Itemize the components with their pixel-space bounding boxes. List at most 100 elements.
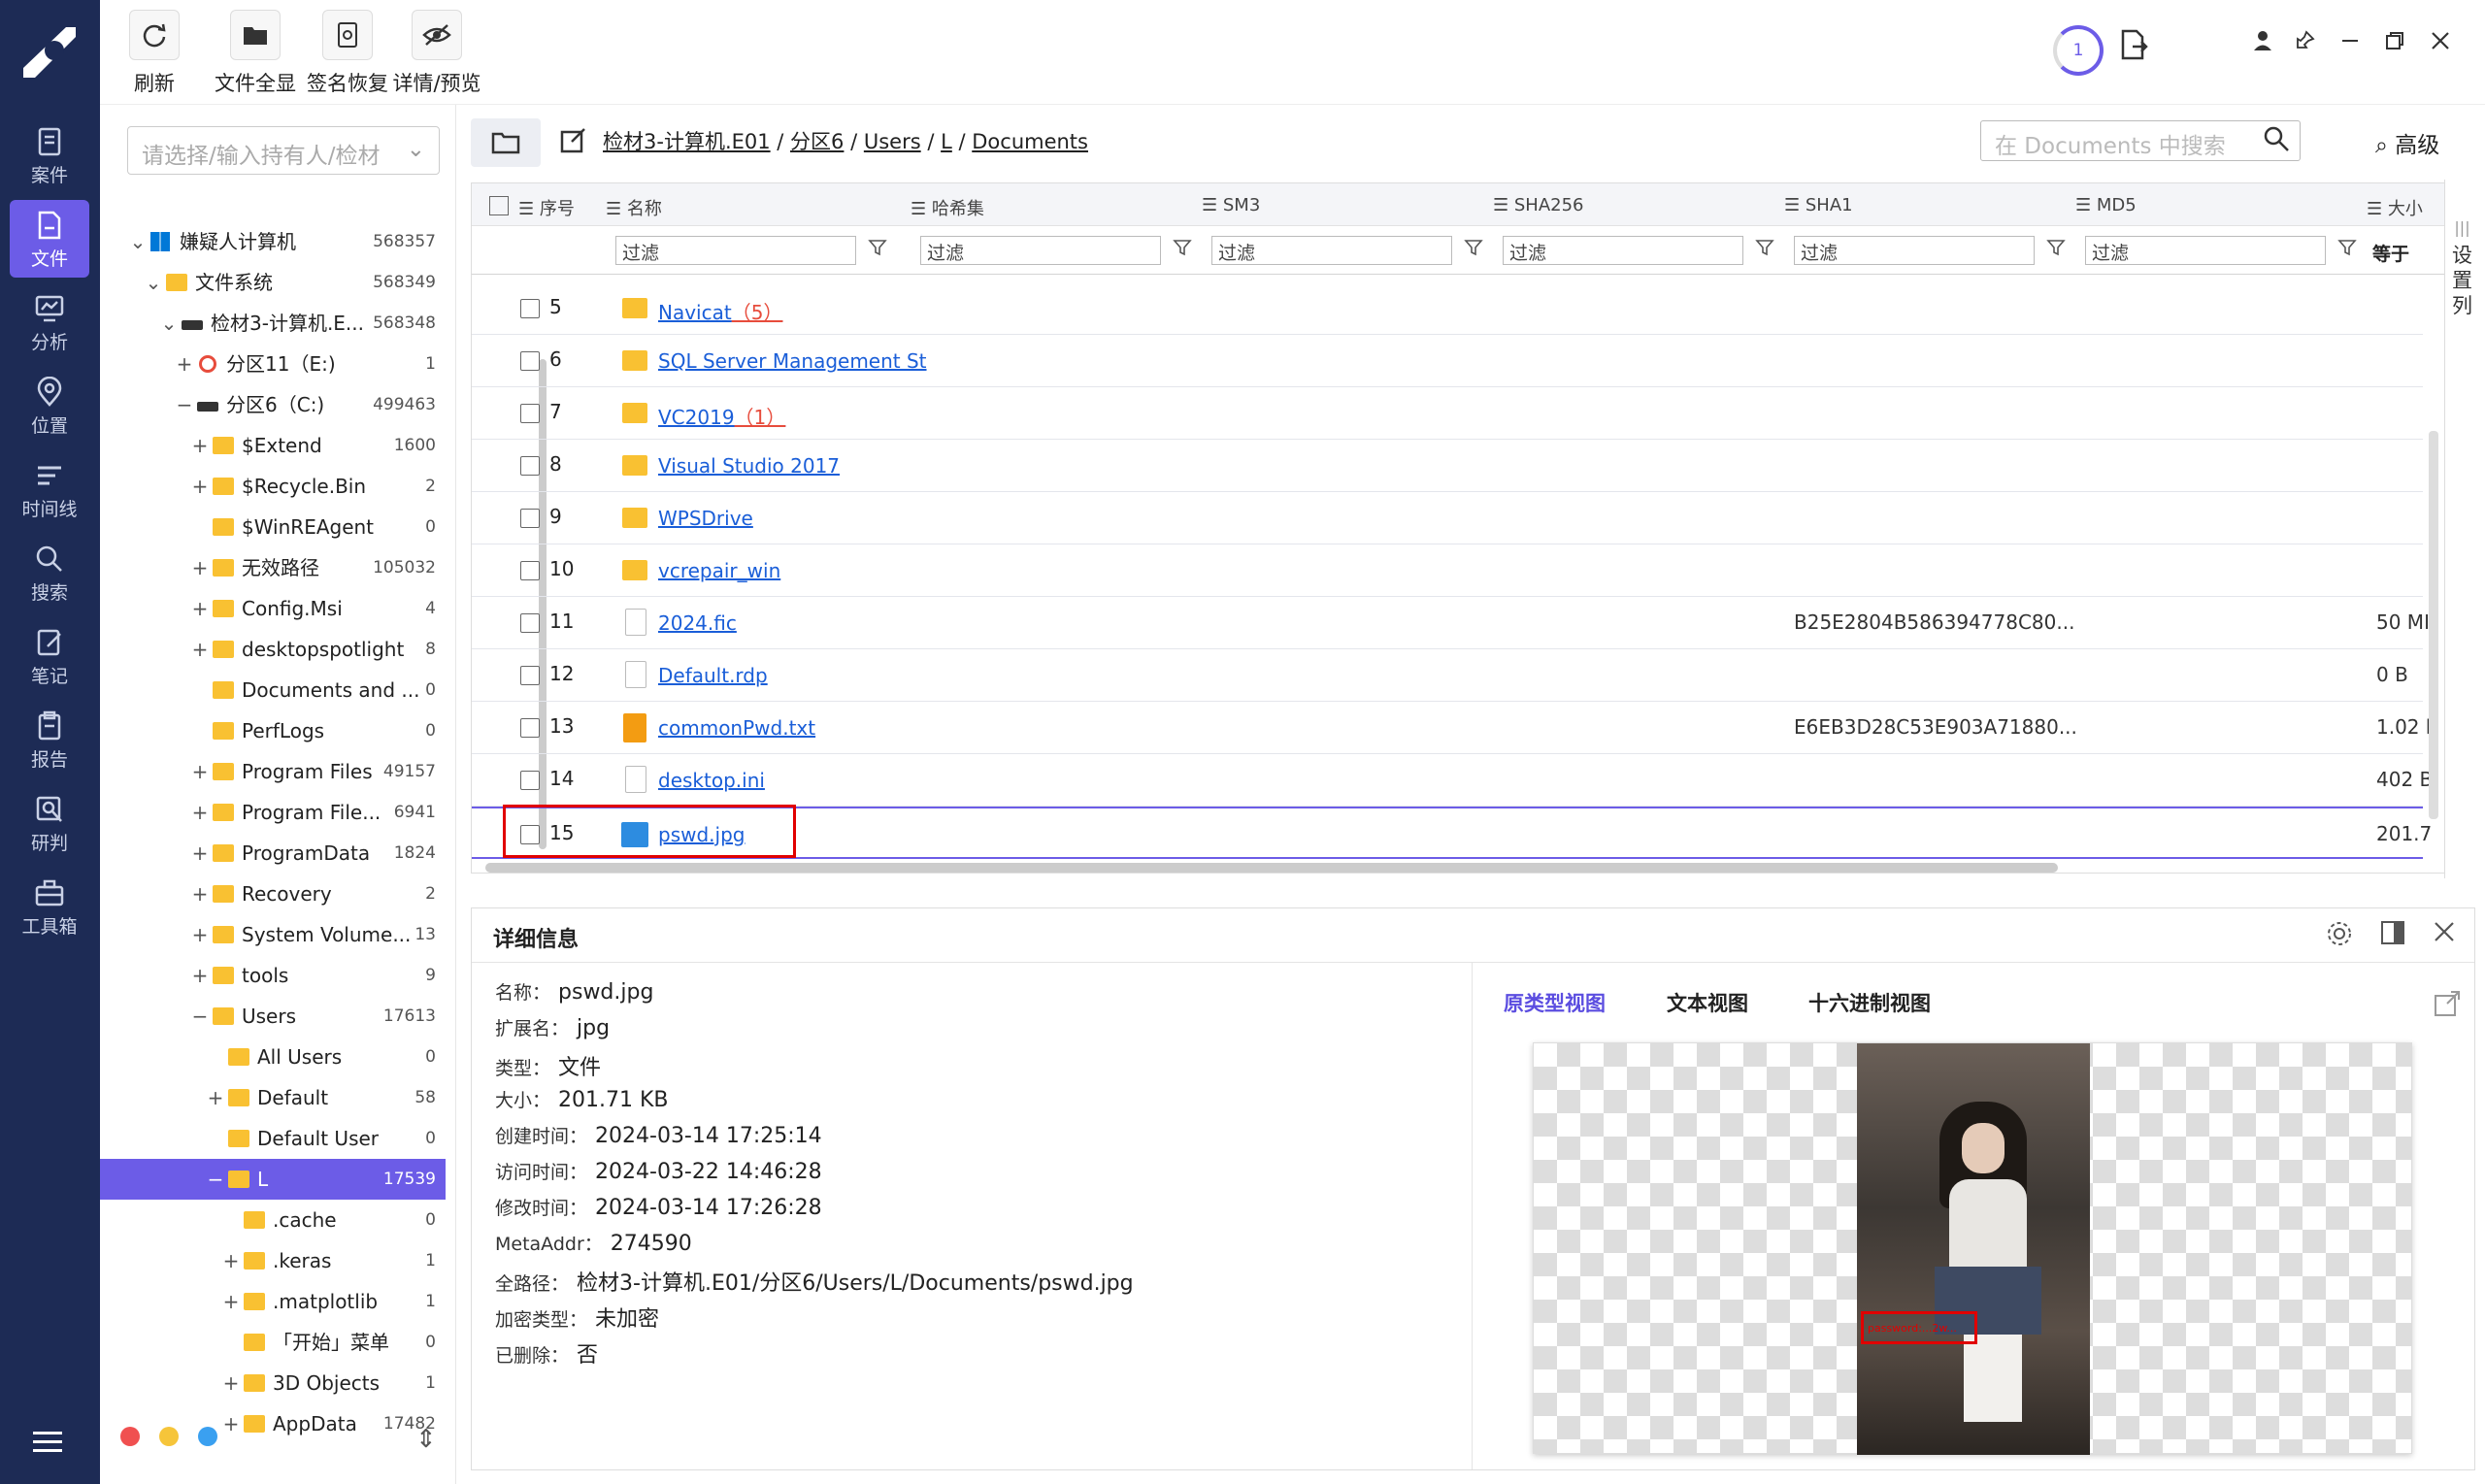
file-name-link[interactable]: Default.rdp [658,664,768,687]
close-icon[interactable] [2430,29,2451,58]
signature-restore-button[interactable]: 签名恢复 [299,10,396,97]
open-external-icon[interactable] [2434,990,2461,1021]
expand-toggle[interactable]: + [191,792,209,833]
tab-hex-view[interactable]: 十六进制视图 [1808,988,1931,1017]
table-row[interactable]: 12 Default.rdp 0 B [472,649,2423,702]
row-checkbox[interactable] [520,299,540,318]
tree-node[interactable]: + .keras 1 [100,1240,446,1281]
expand-toggle[interactable]: + [191,588,209,629]
advanced-search-button[interactable]: ⌕ 高级 [2375,126,2439,159]
restore-icon[interactable] [2384,29,2405,58]
folder-view-button[interactable] [471,118,541,167]
minimize-icon[interactable] [2339,29,2361,58]
expand-toggle[interactable]: + [207,1077,224,1118]
crumb-users[interactable]: Users [864,130,921,153]
table-row[interactable]: 13 commonPwd.txt E6EB3D28C53E903A71880... 1… [472,702,2436,754]
filter-input[interactable]: 过滤 [2085,236,2326,265]
refresh-button[interactable]: 刷新 [129,10,180,97]
settings-column-button[interactable]: ||| 设置列 [2444,180,2479,878]
header-md5[interactable]: ☰ MD5 [2075,195,2137,215]
filter-input[interactable]: 过滤 [1503,236,1743,265]
tree-node[interactable]: + tools 9 [100,955,446,996]
tree-node[interactable]: Documents and ... 0 [100,670,446,710]
expand-toggle[interactable]: + [191,874,209,914]
tree-node[interactable]: + ProgramData 1824 [100,833,446,874]
detail-preview-button[interactable]: 详情/预览 [388,10,485,97]
split-view-icon[interactable] [2380,920,2405,952]
file-name-link[interactable]: desktop.ini [658,769,765,792]
row-checkbox[interactable] [520,613,540,633]
expand-toggle[interactable]: + [191,466,209,507]
tree-node[interactable]: + $Extend 1600 [100,425,446,466]
expand-toggle[interactable]: + [222,1240,240,1281]
show-all-files-button[interactable]: 文件全显 [207,10,304,97]
tree-node[interactable]: ⌄ 嫌疑人计算机 568357 [100,221,446,262]
user-icon[interactable] [2253,29,2272,58]
header-sm3[interactable]: ☰ SM3 [1202,195,1260,215]
filter-input[interactable]: 过滤 [1211,236,1452,265]
row-checkbox[interactable] [520,509,540,528]
header-sha1[interactable]: ☰ SHA1 [1784,195,1853,215]
collapse-tree-icon[interactable]: ⇕ [415,1425,437,1454]
table-horizontal-scrollbar[interactable] [485,863,2058,873]
expand-toggle[interactable]: ⌄ [145,262,162,303]
search-icon[interactable] [2263,125,2290,158]
table-row[interactable]: 8 Visual Studio 2017 [472,440,2423,492]
filter-funnel-icon[interactable] [868,238,887,262]
nav-item-location[interactable]: 位置 [10,367,89,445]
expand-toggle[interactable]: + [191,425,209,466]
tree-node[interactable]: − L 17539 [100,1159,446,1200]
tree-node[interactable]: + desktopspotlight 8 [100,629,446,670]
crumb-l[interactable]: L [941,130,952,153]
nav-item-search[interactable]: 搜索 [10,534,89,611]
crumb-partition[interactable]: 分区6 [790,130,844,153]
header-no[interactable]: ☰ 序号 [518,195,575,220]
tree-node[interactable]: + Default 58 [100,1077,446,1118]
tree-node[interactable]: − 分区6（C:) 499463 [100,384,446,425]
row-checkbox[interactable] [520,718,540,738]
crumb-evidence[interactable]: 检材3-计算机.E01 [603,130,771,153]
expand-toggle[interactable]: − [176,384,193,425]
table-row[interactable]: 5 Navicat（5） [472,282,2423,335]
expand-toggle[interactable]: + [191,751,209,792]
tree-node[interactable]: + .matplotlib 1 [100,1281,446,1322]
header-hashset[interactable]: ☰ 哈希集 [911,195,984,220]
export-icon[interactable] [2119,29,2148,67]
holder-select[interactable]: 请选择/输入持有人/检材 ⌄ [127,126,440,175]
nav-item-notes[interactable]: 笔记 [10,617,89,695]
tree-node[interactable]: .cache 0 [100,1200,446,1240]
table-row[interactable]: 9 WPSDrive [472,492,2423,544]
expand-toggle[interactable]: + [176,344,193,384]
row-checkbox[interactable] [520,666,540,685]
file-name-link[interactable]: 2024.fic [658,611,737,635]
filter-funnel-icon[interactable] [2337,238,2357,262]
row-checkbox[interactable] [520,771,540,790]
tree-node[interactable]: ⌄ 检材3-计算机.E... 568348 [100,303,446,344]
tree-node[interactable]: All Users 0 [100,1037,446,1077]
filter-funnel-icon[interactable] [2046,238,2066,262]
table-row[interactable]: 6 SQL Server Management St [472,335,2423,387]
tree-node[interactable]: + Program Files 49157 [100,751,446,792]
row-checkbox[interactable] [520,561,540,580]
expand-toggle[interactable]: + [222,1281,240,1322]
nav-item-judge[interactable]: 研判 [10,784,89,862]
tree-node[interactable]: − Users 17613 [100,996,446,1037]
tree-node[interactable]: + 分区11（E:) 1 [100,344,446,384]
file-name-link[interactable]: SQL Server Management St [658,349,927,373]
filter-funnel-icon[interactable] [1464,238,1483,262]
expand-toggle[interactable]: + [191,547,209,588]
edit-path-icon[interactable] [560,126,587,157]
settings-icon[interactable] [2326,920,2353,954]
nav-item-timeline[interactable]: 时间线 [10,450,89,528]
file-name-link[interactable]: VC2019（1） [658,402,785,430]
close-detail-icon[interactable] [2433,920,2456,950]
tree-node[interactable]: $WinREAgent 0 [100,507,446,547]
filter-input[interactable]: 过滤 [615,236,856,265]
tree-node[interactable]: ⌄ 文件系统 568349 [100,262,446,303]
pin-icon[interactable] [2294,29,2315,58]
tree-node[interactable]: + System Volume... 13 [100,914,446,955]
table-row[interactable]: 11 2024.fic B25E2804B586394778C80... 50 MI [472,597,2430,649]
tree-node[interactable]: + Program File... 6941 [100,792,446,833]
tree-node[interactable]: + Recovery 2 [100,874,446,914]
filter-funnel-icon[interactable] [1755,238,1774,262]
